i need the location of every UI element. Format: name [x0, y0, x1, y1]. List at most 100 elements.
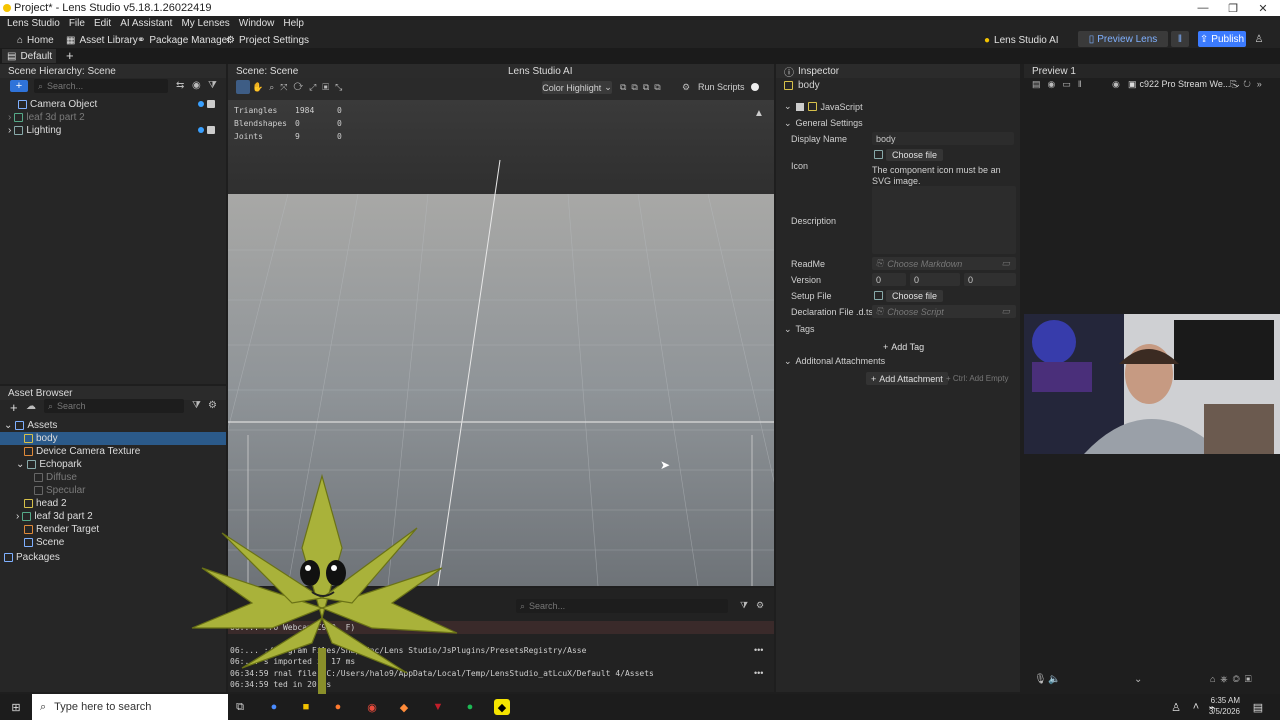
- color-highlight-dropdown[interactable]: Color Highlight ⌄: [542, 81, 612, 94]
- add-tab-button[interactable]: +: [66, 48, 74, 63]
- add-object-button[interactable]: +: [10, 80, 28, 92]
- project-settings-button[interactable]: ⚙ Project Settings: [226, 33, 309, 47]
- declaration-file-input[interactable]: ⎘ Choose Script ▭: [872, 305, 1016, 318]
- menu-file[interactable]: File: [69, 18, 85, 29]
- asset-item-echopark[interactable]: ⌄ Echopark: [16, 458, 82, 471]
- app-icon-1[interactable]: ●: [266, 699, 282, 715]
- taskbar-search-input[interactable]: ⌕ Type here to search: [32, 694, 228, 720]
- folder-icon[interactable]: ▭: [1001, 258, 1010, 269]
- version-patch-input[interactable]: 0: [964, 273, 1016, 286]
- filter-icon[interactable]: ⧩: [740, 600, 748, 611]
- asset-item-body[interactable]: body: [24, 432, 58, 445]
- asset-item-device-camera-texture[interactable]: Device Camera Texture: [24, 445, 140, 458]
- filter-icon[interactable]: ⧩: [192, 400, 201, 411]
- description-textarea[interactable]: [872, 186, 1016, 254]
- lens-studio-ai-button[interactable]: ● Lens Studio AI: [984, 33, 1059, 47]
- layout-tab-default[interactable]: ▤ Default: [2, 49, 56, 63]
- chevron-down-icon[interactable]: ⌄: [1134, 674, 1142, 685]
- zoom-tool-button[interactable]: [236, 80, 250, 94]
- scene-ai-tab[interactable]: Lens Studio AI: [508, 66, 573, 77]
- asset-item-assets[interactable]: ⌄ Assets: [4, 419, 57, 432]
- javascript-component-header[interactable]: ⌄ JavaScript: [784, 101, 863, 112]
- menu-ai-assistant[interactable]: AI Assistant: [120, 18, 172, 29]
- asset-item-diffuse[interactable]: Diffuse: [34, 471, 77, 484]
- add-tag-button[interactable]: + Add Tag: [883, 340, 924, 353]
- version-minor-input[interactable]: 0: [910, 273, 960, 286]
- menu-help[interactable]: Help: [283, 18, 304, 29]
- package-manager-button[interactable]: ⚭ Package Manager: [137, 33, 231, 47]
- menu-window[interactable]: Window: [239, 18, 275, 29]
- preview-toolbar-icons[interactable]: ▤◉▭‖: [1032, 79, 1089, 90]
- asset-item-leaf[interactable]: › leaf 3d part 2: [16, 510, 93, 523]
- chrome-icon[interactable]: ◉: [364, 699, 380, 715]
- asset-item-packages[interactable]: Packages: [4, 551, 60, 564]
- pair-device-button[interactable]: ‖: [1171, 31, 1189, 47]
- gear-icon[interactable]: ⚙: [756, 600, 764, 611]
- camera-view-icon[interactable]: ▲: [754, 108, 764, 119]
- app-icon-3[interactable]: ▼: [430, 699, 446, 715]
- account-button[interactable]: ♙: [1252, 31, 1266, 47]
- cloud-icon[interactable]: ☁: [26, 401, 36, 412]
- eye-icon[interactable]: ◉: [192, 80, 201, 91]
- more-icon[interactable]: •••: [754, 668, 763, 678]
- gizmo-toggles[interactable]: ⧉⧉⧉⧉: [620, 82, 666, 93]
- hierarchy-search-input[interactable]: ⌕ Search...: [34, 79, 168, 93]
- gear-icon[interactable]: ⚙: [208, 400, 217, 411]
- display-name-input[interactable]: body: [872, 132, 1014, 145]
- readme-input[interactable]: ⎘ Choose Markdown ▭: [872, 257, 1016, 270]
- preview-lens-button[interactable]: ▯ Preview Lens: [1078, 31, 1168, 47]
- asset-item-head-2[interactable]: head 2: [24, 497, 67, 510]
- browser-icon[interactable]: ●: [330, 699, 346, 715]
- visibility-checkbox[interactable]: [207, 100, 215, 108]
- hierarchy-item-leaf[interactable]: › leaf 3d part 2: [8, 111, 85, 124]
- setup-choose-file-button[interactable]: Choose file: [874, 289, 944, 302]
- notifications-icon[interactable]: ▤: [1250, 699, 1266, 715]
- logger-search-input[interactable]: ⌕ Search...: [516, 599, 728, 613]
- speaker-icon[interactable]: 🔈: [1048, 674, 1060, 685]
- transform-tools[interactable]: ✋⌕⤧⟳⤢▣⤡: [252, 82, 348, 93]
- asset-item-scene[interactable]: Scene: [24, 536, 64, 549]
- visibility-checkbox[interactable]: [207, 126, 215, 134]
- person-icon[interactable]: ♙: [1168, 699, 1184, 715]
- close-button[interactable]: ✕: [1248, 0, 1278, 16]
- asset-item-render-target[interactable]: Render Target: [24, 523, 99, 536]
- eye-icon[interactable]: ◉: [1112, 79, 1120, 90]
- icon-choose-file-button[interactable]: Choose file: [874, 148, 944, 161]
- task-view-icon[interactable]: ⧉: [232, 699, 248, 715]
- menu-edit[interactable]: Edit: [94, 18, 111, 29]
- version-major-input[interactable]: 0: [872, 273, 906, 286]
- attachments-section[interactable]: ⌄ Additonal Attachments: [784, 356, 885, 367]
- home-button[interactable]: ⌂ Home: [17, 33, 54, 47]
- preview-refresh-icons[interactable]: ⎘↻»: [1230, 79, 1268, 90]
- app-icon-2[interactable]: ◆: [396, 699, 412, 715]
- publish-button[interactable]: ⇪ Publish: [1198, 31, 1246, 47]
- asset-search-input[interactable]: ⌕ Search: [44, 399, 184, 413]
- file-explorer-icon[interactable]: ■: [298, 699, 314, 715]
- add-asset-button[interactable]: +: [10, 400, 18, 415]
- folder-icon[interactable]: ▭: [1001, 306, 1010, 317]
- enabled-checkbox[interactable]: [795, 102, 804, 111]
- hierarchy-item-lighting[interactable]: › Lighting: [8, 124, 61, 137]
- mic-icon[interactable]: 🎙: [1034, 674, 1047, 685]
- filter-icon[interactable]: ⧩: [208, 80, 217, 91]
- windows-start-icon[interactable]: ⊞: [8, 699, 24, 715]
- clock-time[interactable]: 6:35 AM: [1200, 696, 1240, 705]
- add-attachment-button[interactable]: + Add Attachment: [866, 372, 948, 385]
- hierarchy-item-camera[interactable]: Camera Object: [18, 98, 97, 111]
- clock-date[interactable]: 3/5/2026: [1200, 707, 1240, 716]
- menu-my-lenses[interactable]: My Lenses: [181, 18, 229, 29]
- run-scripts-toggle[interactable]: Run Scripts: [698, 82, 759, 92]
- general-settings-section[interactable]: ⌄ General Settings: [784, 118, 863, 129]
- minimize-button[interactable]: —: [1188, 0, 1218, 16]
- lens-studio-taskbar-icon[interactable]: ◆: [494, 699, 510, 715]
- spotify-icon[interactable]: ●: [462, 699, 478, 715]
- more-icon[interactable]: •••: [754, 645, 763, 655]
- preview-bottom-tools[interactable]: ⌂⎈◎▣: [1210, 674, 1257, 685]
- asset-library-button[interactable]: ▦ Asset Library: [66, 33, 138, 47]
- gear-icon[interactable]: ⚙: [682, 82, 690, 93]
- tags-section[interactable]: ⌄ Tags: [784, 324, 815, 335]
- camera-source-dropdown[interactable]: ▣ c922 Pro Stream We... ⌄: [1128, 79, 1241, 90]
- hierarchy-tools-icon[interactable]: ⇆: [176, 80, 184, 91]
- menu-lens-studio[interactable]: Lens Studio: [7, 18, 60, 29]
- asset-item-specular[interactable]: Specular: [34, 484, 85, 497]
